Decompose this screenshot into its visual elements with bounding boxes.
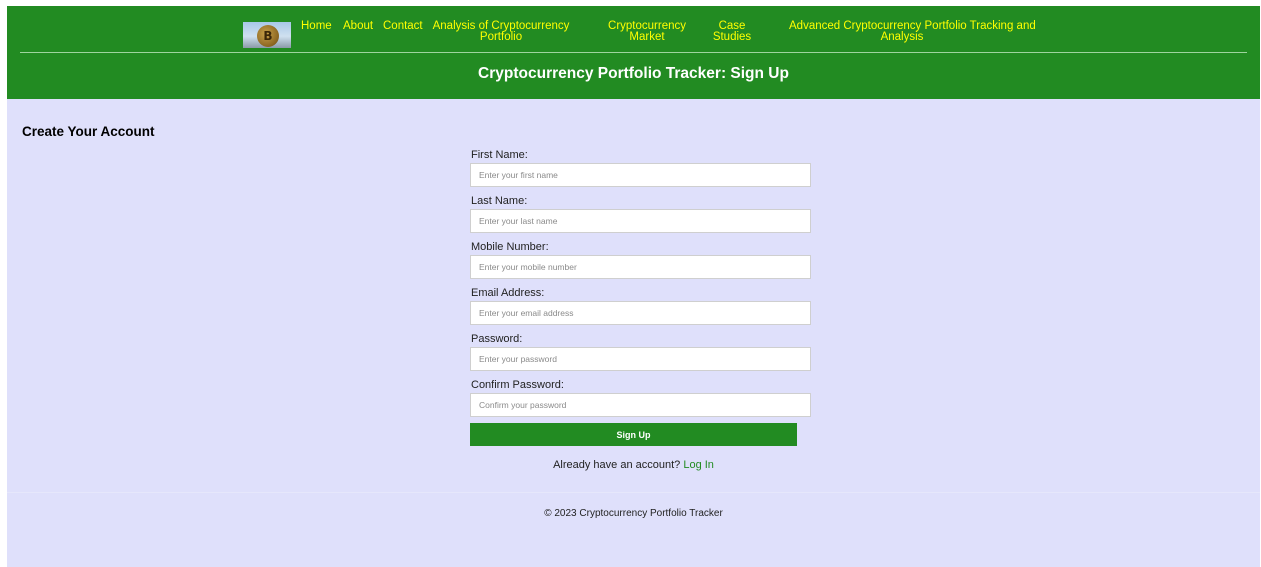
section-title: Create Your Account [22, 124, 155, 139]
last-name-input[interactable] [470, 209, 811, 233]
nav-link-contact[interactable]: Contact [383, 20, 423, 32]
signup-form: First Name: Last Name: Mobile Number: Em… [470, 147, 811, 446]
password-label: Password: [471, 333, 523, 345]
page: B Home About Contact Analysis of Cryptoc… [7, 6, 1260, 567]
nav-link-market-line-2: Market [629, 31, 665, 43]
nav-link-analysis-of-cryptocurrency-portfolio[interactable]: Analysis of Cryptocurrency Portfolio [431, 20, 571, 43]
login-prompt-text: Already have an account? [553, 459, 681, 471]
header: B Home About Contact Analysis of Cryptoc… [7, 6, 1260, 99]
nav-link-advanced-portfolio-tracking[interactable]: Advanced Cryptocurrency Portfolio Tracki… [789, 20, 1036, 43]
first-name-input[interactable] [470, 163, 811, 187]
nav-link-advanced-line-2: Analysis [880, 31, 924, 43]
mobile-number-label: Mobile Number: [471, 241, 549, 253]
last-name-label: Last Name: [471, 195, 528, 207]
mobile-number-input[interactable] [470, 255, 811, 279]
nav-link-case-studies-line-2: Studies [712, 31, 752, 43]
sign-up-button[interactable]: Sign Up [470, 423, 797, 446]
page-title: Cryptocurrency Portfolio Tracker: Sign U… [478, 65, 789, 82]
confirm-password-input[interactable] [470, 393, 811, 417]
first-name-label: First Name: [471, 149, 528, 161]
footer-copyright: © 2023 Cryptocurrency Portfolio Tracker [544, 508, 723, 519]
nav-link-about[interactable]: About [343, 20, 374, 32]
nav-divider [20, 52, 1247, 53]
bitcoin-coin-icon: B [257, 25, 279, 47]
log-in-link[interactable]: Log In [683, 459, 714, 471]
nav-link-home-label: Home [301, 20, 332, 32]
top-nav: B Home About Contact Analysis of Cryptoc… [7, 6, 1260, 52]
email-address-input[interactable] [470, 301, 811, 325]
nav-link-case-studies[interactable]: Case Studies [712, 20, 752, 43]
footer: © 2023 Cryptocurrency Portfolio Tracker [7, 508, 1260, 519]
nav-link-analysis-line-2: Portfolio [479, 31, 523, 43]
email-address-label: Email Address: [471, 287, 545, 299]
login-prompt-line: Already have an account? Log In [470, 459, 797, 471]
footer-divider [7, 492, 1260, 493]
confirm-password-label: Confirm Password: [471, 379, 564, 391]
password-input[interactable] [470, 347, 811, 371]
nav-link-contact-label: Contact [383, 20, 423, 32]
nav-link-about-label: About [343, 20, 374, 32]
bitcoin-logo-image[interactable]: B [243, 22, 291, 48]
nav-link-home[interactable]: Home [301, 20, 332, 32]
nav-link-cryptocurrency-market[interactable]: Cryptocurrency Market [605, 20, 689, 43]
